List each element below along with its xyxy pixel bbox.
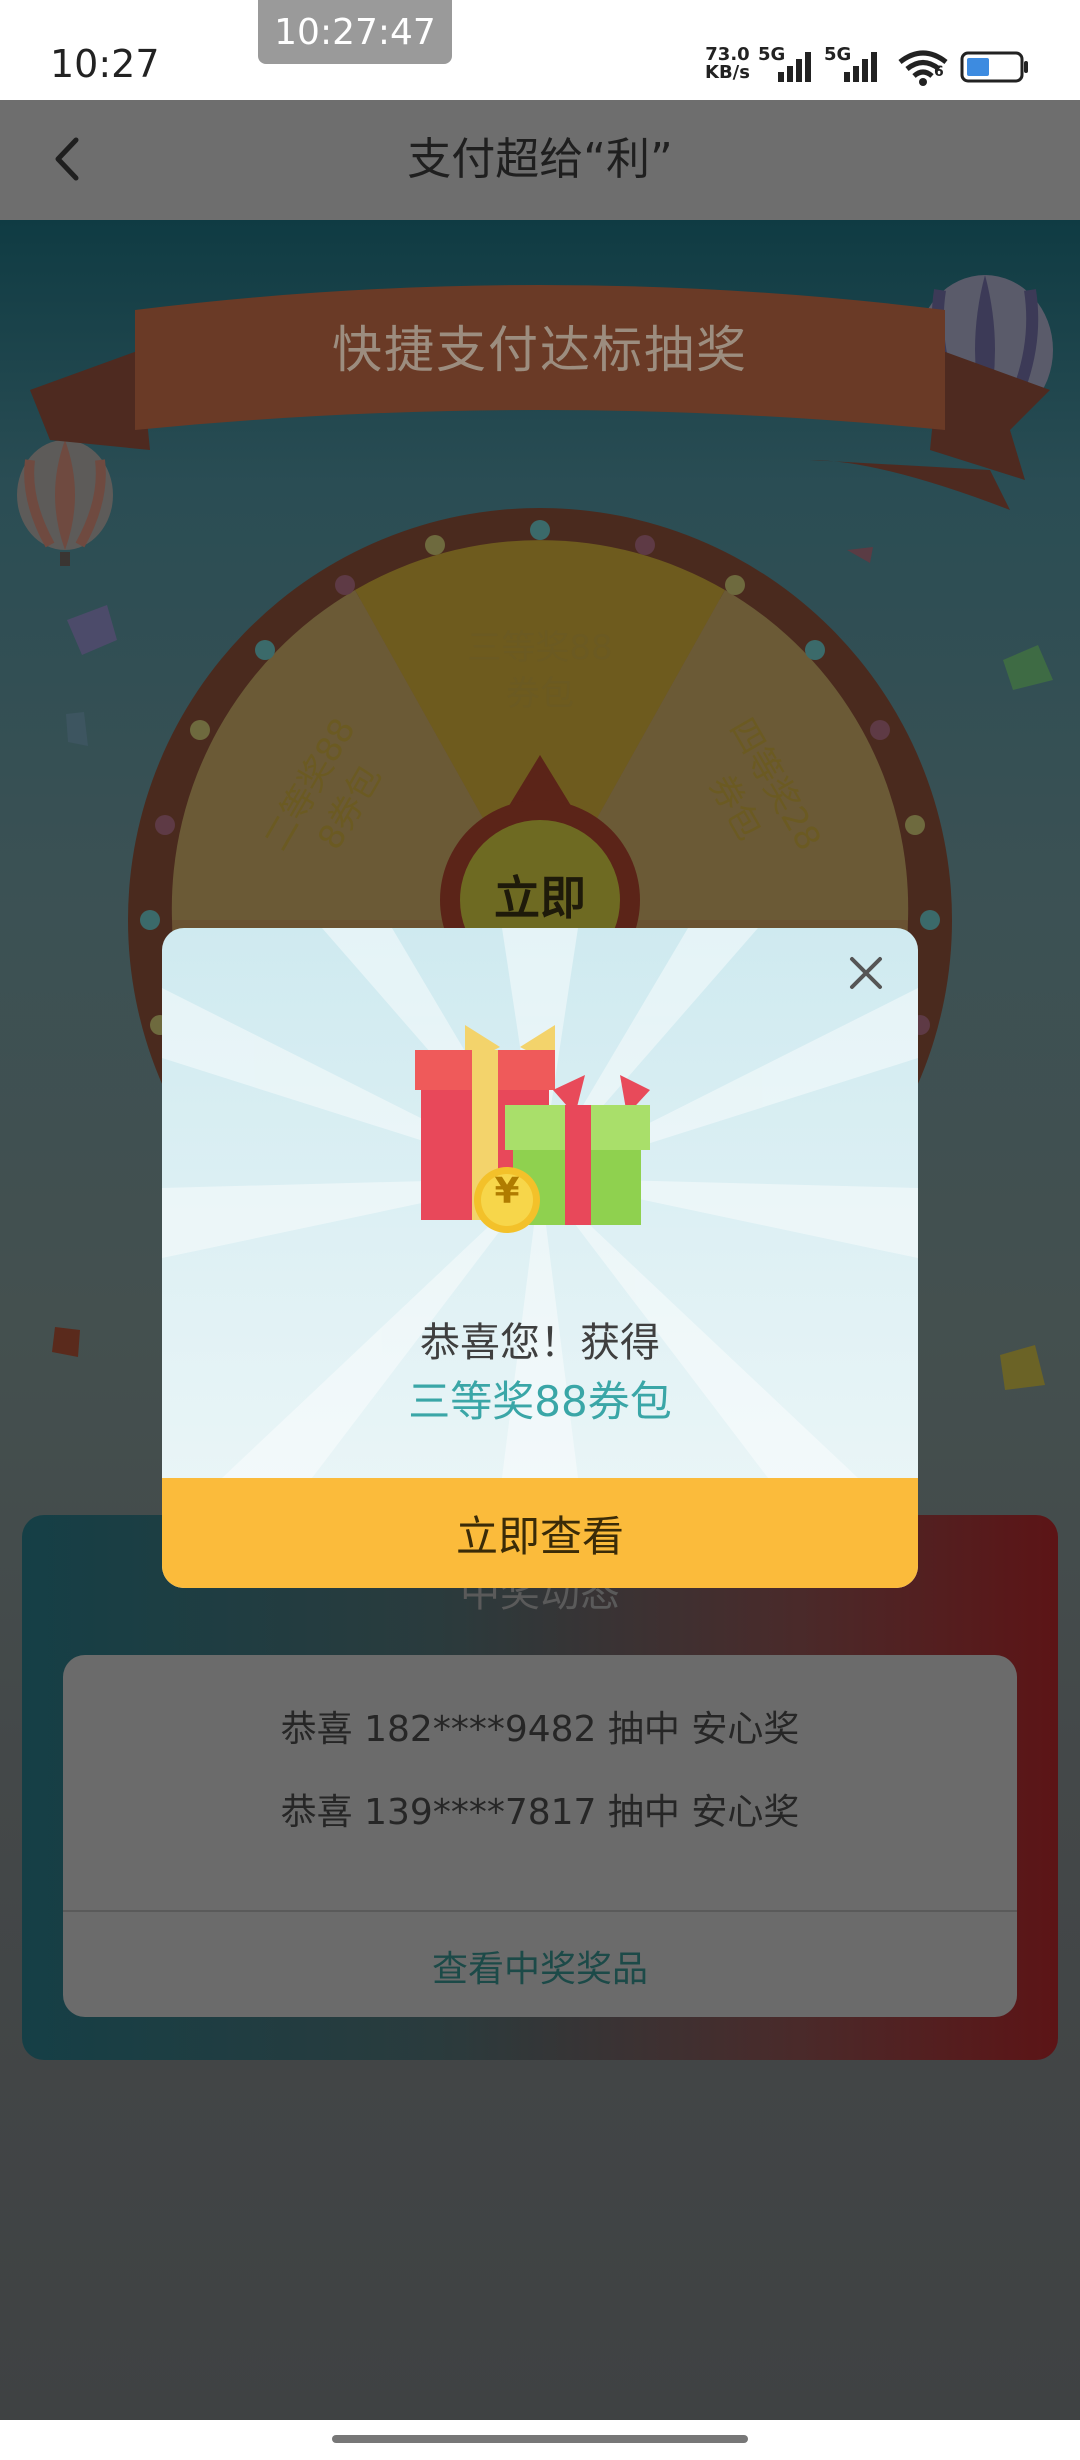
coin-symbol: ¥ xyxy=(494,1171,520,1212)
wheel-sector-line: 券包 xyxy=(506,674,574,714)
spin-start-button[interactable]: 立即 xyxy=(0,862,1080,928)
network-speed-unit: KB/s xyxy=(705,62,750,83)
battery-icon xyxy=(960,51,1028,83)
view-now-button[interactable]: 立即查看 xyxy=(162,1478,918,1588)
divider xyxy=(63,1910,1017,1912)
winner-item: 恭喜 139****7817 抽中 安心奖 xyxy=(280,1792,800,1833)
wifi-sub-label: 6 xyxy=(934,64,944,80)
status-time: 10:27 xyxy=(50,42,160,86)
modal-message: 恭喜您！获得 xyxy=(420,1320,660,1366)
page-title: 支付超给“利” xyxy=(407,134,673,185)
winner-item: 恭喜 182****9482 抽中 安心奖 xyxy=(280,1709,800,1750)
wheel-sector-line: 三等奖88 xyxy=(467,628,613,668)
close-icon[interactable] xyxy=(848,955,884,991)
banner-title: 快捷支付达标抽奖 xyxy=(332,321,748,379)
signal-icon xyxy=(778,52,811,82)
confetti-icon xyxy=(1003,645,1053,690)
wheel-sector-third: 三等奖88 券包 xyxy=(415,625,665,717)
confetti-icon xyxy=(66,712,88,746)
confetti-icon xyxy=(1000,1345,1045,1390)
clock-overlay: 10:27:47 xyxy=(258,0,452,64)
view-prizes-link[interactable]: 查看中奖奖品 xyxy=(0,1940,1080,1992)
confetti-icon xyxy=(67,605,117,655)
signal-icon xyxy=(844,52,877,82)
home-indicator[interactable] xyxy=(332,2435,748,2443)
network-speed: 73.0 KB/s xyxy=(705,46,750,82)
modal-prize: 三等奖88券包 xyxy=(408,1377,672,1426)
confetti-icon xyxy=(52,1327,80,1357)
